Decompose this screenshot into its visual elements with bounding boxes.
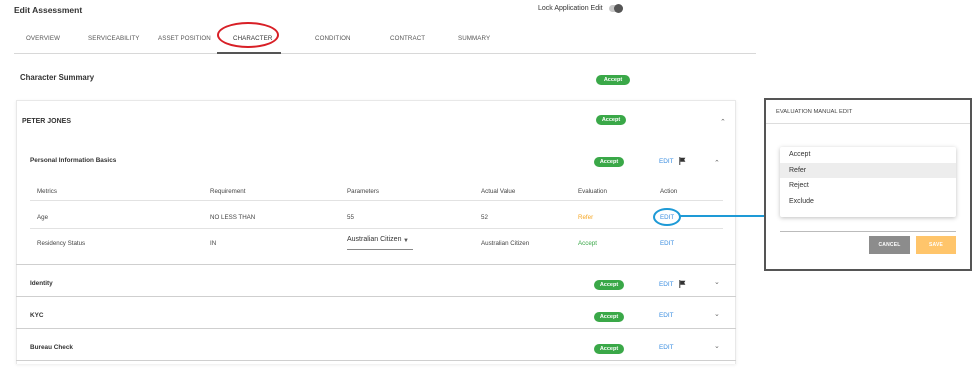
col-actual-value: Actual Value	[481, 188, 516, 195]
tab-summary[interactable]: SUMMARY	[458, 35, 490, 42]
row2-edit-link[interactable]: EDIT	[660, 240, 674, 247]
personal-accept-badge: Accept	[594, 157, 624, 167]
option-refer[interactable]: Refer	[780, 162, 956, 178]
dialog-title: EVALUATION MANUAL EDIT	[776, 109, 853, 115]
edit-label: EDIT	[659, 157, 674, 165]
tab-serviceability[interactable]: SERVICEABILITY	[88, 35, 140, 42]
evaluation-select-field[interactable]	[780, 231, 956, 232]
chevron-down-icon[interactable]: ⌄	[714, 311, 720, 318]
residency-select-value: Australian Citizen	[347, 236, 402, 243]
highlight-oval	[217, 22, 279, 48]
col-requirement: Requirement	[210, 188, 246, 195]
divider	[16, 360, 736, 361]
row2-evaluation: Accept	[578, 240, 597, 247]
lock-label: Lock Application Edit	[538, 5, 603, 12]
bureau-check-title: Bureau Check	[30, 344, 73, 351]
bureau-edit-link[interactable]: EDIT	[659, 344, 674, 351]
evaluation-edit-dialog: EVALUATION MANUAL EDIT Accept Refer Reje…	[764, 98, 972, 271]
evaluation-options-menu: Accept Refer Reject Exclude	[780, 147, 956, 217]
tab-overview[interactable]: OVERVIEW	[26, 35, 60, 42]
personal-info-title: Personal Information Basics	[30, 157, 117, 164]
row1-actual: 52	[481, 214, 488, 221]
col-action: Action	[660, 188, 678, 195]
divider	[30, 228, 723, 229]
toggle-knob	[613, 4, 623, 13]
option-exclude[interactable]: Exclude	[780, 194, 956, 210]
tab-contract[interactable]: CONTRACT	[390, 35, 425, 42]
row2-actual: Australian Citizen	[481, 240, 530, 247]
personal-edit-link[interactable]: EDIT	[659, 157, 687, 165]
option-accept[interactable]: Accept	[780, 147, 956, 163]
chevron-down-icon[interactable]: ⌄	[714, 343, 720, 350]
divider	[30, 200, 723, 201]
identity-accept-badge: Accept	[594, 280, 624, 290]
kyc-title: KYC	[30, 312, 44, 319]
bureau-accept-badge: Accept	[594, 344, 624, 354]
chevron-down-icon[interactable]: ⌄	[714, 279, 720, 286]
identity-title: Identity	[30, 280, 53, 287]
row1-requirement: NO LESS THAN	[210, 214, 256, 221]
divider	[766, 123, 970, 124]
divider	[16, 296, 736, 297]
kyc-edit-link[interactable]: EDIT	[659, 312, 674, 319]
chevron-up-icon[interactable]: ⌃	[714, 160, 720, 167]
row1-parameter: 55	[347, 214, 354, 221]
col-evaluation: Evaluation	[578, 188, 607, 195]
callout-connector	[680, 215, 764, 217]
flag-icon	[678, 280, 685, 288]
divider	[16, 328, 736, 329]
kyc-accept-badge: Accept	[594, 312, 624, 322]
caret-down-icon: ▼	[403, 238, 409, 244]
option-reject[interactable]: Reject	[780, 178, 956, 194]
summary-accept-badge: Accept	[596, 75, 630, 85]
edit-label: EDIT	[659, 280, 674, 288]
applicant-card	[16, 100, 736, 364]
row1-evaluation: Refer	[578, 214, 594, 221]
row2-requirement: IN	[210, 240, 217, 247]
tab-condition[interactable]: CONDITION	[315, 35, 351, 42]
divider	[16, 264, 736, 265]
applicant-name: PETER JONES	[22, 118, 72, 125]
tab-asset-position[interactable]: ASSET POSITION	[158, 35, 211, 42]
tab-bar: OVERVIEW SERVICEABILITY ASSET POSITION C…	[14, 28, 756, 54]
row2-metric: Residency Status	[37, 240, 86, 247]
chevron-up-icon[interactable]: ⌃	[720, 119, 726, 126]
col-metrics: Metrics	[37, 188, 57, 195]
lock-toggle[interactable]	[608, 4, 623, 13]
highlight-circle	[653, 208, 681, 226]
cancel-button[interactable]: CANCEL	[869, 236, 910, 254]
page-title: Edit Assessment	[14, 5, 83, 15]
identity-edit-link[interactable]: EDIT	[659, 280, 687, 288]
flag-icon	[678, 157, 685, 165]
active-tab-indicator	[217, 52, 281, 54]
lock-application-edit[interactable]: Lock Application Edit	[538, 4, 623, 13]
character-summary-title: Character Summary	[20, 73, 95, 82]
col-parameters: Parameters	[347, 188, 379, 195]
save-button[interactable]: SAVE	[916, 236, 956, 254]
row1-metric: Age	[37, 214, 49, 221]
residency-select[interactable]: Australian Citizen ▼	[347, 236, 413, 250]
applicant-accept-badge: Accept	[596, 115, 626, 125]
